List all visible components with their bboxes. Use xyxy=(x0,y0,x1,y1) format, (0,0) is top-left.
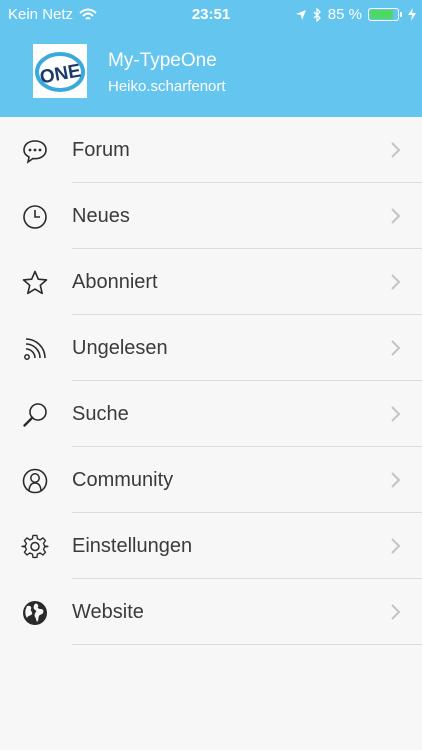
chevron-right-icon xyxy=(391,604,401,620)
menu-item-website[interactable]: Website xyxy=(0,579,422,645)
chat-bubble-icon xyxy=(23,140,47,164)
divider xyxy=(72,644,422,645)
person-icon xyxy=(22,468,48,494)
menu-item-einstellungen[interactable]: Einstellungen xyxy=(0,513,422,579)
chevron-right-icon xyxy=(391,406,401,422)
menu-label-forum: Forum xyxy=(72,139,130,161)
battery-fill xyxy=(370,10,393,19)
menu-item-neues[interactable]: Neues xyxy=(0,183,422,249)
profile-username: Heiko.scharfenort xyxy=(108,78,226,95)
star-icon xyxy=(22,270,48,295)
menu-label-ungelesen: Ungelesen xyxy=(72,337,168,359)
battery-icon xyxy=(368,8,402,21)
chevron-right-icon xyxy=(391,472,401,488)
app-header: Kein Netz 23:51 85 % ONE My-TypeOne Heik… xyxy=(0,0,422,117)
menu-label-neues: Neues xyxy=(72,205,130,227)
app-logo: ONE xyxy=(35,52,85,92)
menu-label-community: Community xyxy=(72,469,174,491)
menu-item-suche[interactable]: Suche xyxy=(0,381,422,447)
location-arrow-icon xyxy=(295,9,306,20)
clock-icon xyxy=(23,205,47,229)
chevron-right-icon xyxy=(391,274,401,290)
menu-label-website: Website xyxy=(72,601,144,623)
side-menu: Forum Neues Abonniert Ungelesen Suche Co… xyxy=(0,117,422,645)
status-bar: Kein Netz 23:51 85 % xyxy=(0,0,422,30)
menu-label-einstellungen: Einstellungen xyxy=(72,535,193,557)
menu-label-suche: Suche xyxy=(72,403,129,425)
search-icon xyxy=(23,403,47,427)
chevron-right-icon xyxy=(391,340,401,356)
status-right: 85 % xyxy=(295,6,416,23)
battery-percent: 85 % xyxy=(327,6,362,23)
menu-item-ungelesen[interactable]: Ungelesen xyxy=(0,315,422,381)
gear-icon xyxy=(21,534,49,559)
chevron-right-icon xyxy=(391,142,401,158)
chevron-right-icon xyxy=(391,208,401,224)
globe-icon xyxy=(23,601,47,625)
profile-title: My-TypeOne xyxy=(108,50,217,71)
bluetooth-icon xyxy=(313,7,321,22)
charging-bolt-icon xyxy=(408,8,416,21)
menu-item-abonniert[interactable]: Abonniert xyxy=(0,249,422,315)
rss-icon xyxy=(24,338,46,360)
avatar[interactable]: ONE xyxy=(33,44,87,98)
menu-label-abonniert: Abonniert xyxy=(72,271,158,293)
menu-item-community[interactable]: Community xyxy=(0,447,422,513)
menu-item-forum[interactable]: Forum xyxy=(0,117,422,183)
chevron-right-icon xyxy=(391,538,401,554)
